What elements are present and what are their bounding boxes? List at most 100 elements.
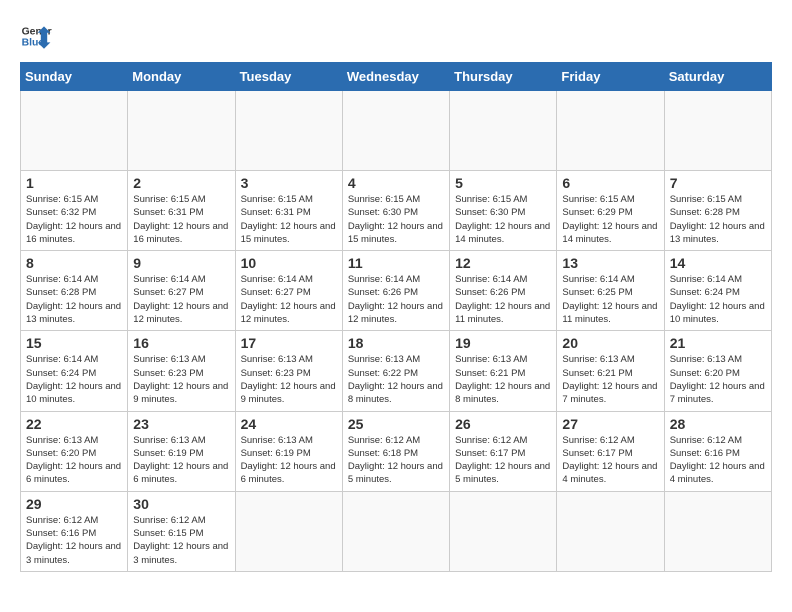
day-info: Sunrise: 6:13 AMSunset: 6:23 PMDaylight:…	[241, 353, 337, 406]
calendar-header-cell: Saturday	[664, 63, 771, 91]
day-info: Sunrise: 6:12 AMSunset: 6:16 PMDaylight:…	[670, 434, 766, 487]
calendar-cell: 29Sunrise: 6:12 AMSunset: 6:16 PMDayligh…	[21, 491, 128, 571]
calendar-week-row: 15 Sunrise: 6:14 AMSunset: 6:24 PMDayligh…	[21, 331, 772, 411]
day-number: 14	[670, 255, 766, 271]
calendar-cell: 22 Sunrise: 6:13 AMSunset: 6:20 PMDayligh…	[21, 411, 128, 491]
day-number: 22	[26, 416, 122, 432]
day-number: 11	[348, 255, 444, 271]
day-number: 26	[455, 416, 551, 432]
day-number: 7	[670, 175, 766, 191]
day-number: 5	[455, 175, 551, 191]
calendar-cell	[21, 91, 128, 171]
calendar-header-row: SundayMondayTuesdayWednesdayThursdayFrid…	[21, 63, 772, 91]
day-info: Sunrise: 6:14 AMSunset: 6:24 PMDaylight:…	[26, 353, 122, 406]
day-number: 23	[133, 416, 229, 432]
calendar-cell: 30Sunrise: 6:12 AMSunset: 6:15 PMDayligh…	[128, 491, 235, 571]
calendar-cell: 2 Sunrise: 6:15 AMSunset: 6:31 PMDaylight…	[128, 171, 235, 251]
calendar-cell: 3 Sunrise: 6:15 AMSunset: 6:31 PMDaylight…	[235, 171, 342, 251]
day-number: 21	[670, 335, 766, 351]
day-number: 2	[133, 175, 229, 191]
day-info: Sunrise: 6:13 AMSunset: 6:23 PMDaylight:…	[133, 353, 229, 406]
day-info: Sunrise: 6:15 AMSunset: 6:30 PMDaylight:…	[348, 193, 444, 246]
calendar-cell: 6 Sunrise: 6:15 AMSunset: 6:29 PMDaylight…	[557, 171, 664, 251]
day-number: 24	[241, 416, 337, 432]
day-info: Sunrise: 6:13 AMSunset: 6:22 PMDaylight:…	[348, 353, 444, 406]
day-info: Sunrise: 6:13 AMSunset: 6:19 PMDaylight:…	[133, 434, 229, 487]
day-number: 4	[348, 175, 444, 191]
day-info: Sunrise: 6:14 AMSunset: 6:27 PMDaylight:…	[241, 273, 337, 326]
day-number: 15	[26, 335, 122, 351]
calendar-cell: 1Sunrise: 6:15 AMSunset: 6:32 PMDaylight…	[21, 171, 128, 251]
page-header: General Blue	[20, 20, 772, 52]
day-number: 19	[455, 335, 551, 351]
calendar-header-cell: Tuesday	[235, 63, 342, 91]
day-number: 8	[26, 255, 122, 271]
calendar-week-row: 8Sunrise: 6:14 AMSunset: 6:28 PMDaylight…	[21, 251, 772, 331]
day-number: 17	[241, 335, 337, 351]
day-info: Sunrise: 6:15 AMSunset: 6:30 PMDaylight:…	[455, 193, 551, 246]
logo-icon: General Blue	[20, 20, 52, 52]
calendar-cell: 12Sunrise: 6:14 AMSunset: 6:26 PMDayligh…	[450, 251, 557, 331]
calendar-cell	[342, 91, 449, 171]
calendar-cell	[128, 91, 235, 171]
calendar-header-cell: Friday	[557, 63, 664, 91]
day-info: Sunrise: 6:12 AMSunset: 6:17 PMDaylight:…	[455, 434, 551, 487]
day-info: Sunrise: 6:13 AMSunset: 6:20 PMDaylight:…	[670, 353, 766, 406]
day-info: Sunrise: 6:15 AMSunset: 6:31 PMDaylight:…	[241, 193, 337, 246]
calendar-cell: 24 Sunrise: 6:13 AMSunset: 6:19 PMDayligh…	[235, 411, 342, 491]
day-info: Sunrise: 6:15 AMSunset: 6:29 PMDaylight:…	[562, 193, 658, 246]
calendar-cell: 18 Sunrise: 6:13 AMSunset: 6:22 PMDayligh…	[342, 331, 449, 411]
day-number: 13	[562, 255, 658, 271]
day-number: 25	[348, 416, 444, 432]
calendar-cell: 17 Sunrise: 6:13 AMSunset: 6:23 PMDayligh…	[235, 331, 342, 411]
calendar-cell: 25 Sunrise: 6:12 AMSunset: 6:18 PMDayligh…	[342, 411, 449, 491]
day-info: Sunrise: 6:13 AMSunset: 6:21 PMDaylight:…	[562, 353, 658, 406]
calendar-cell	[450, 491, 557, 571]
day-number: 16	[133, 335, 229, 351]
calendar-cell	[664, 91, 771, 171]
calendar-week-row	[21, 91, 772, 171]
calendar-cell: 21 Sunrise: 6:13 AMSunset: 6:20 PMDayligh…	[664, 331, 771, 411]
calendar-cell: 13 Sunrise: 6:14 AMSunset: 6:25 PMDayligh…	[557, 251, 664, 331]
calendar-week-row: 22 Sunrise: 6:13 AMSunset: 6:20 PMDayligh…	[21, 411, 772, 491]
day-number: 28	[670, 416, 766, 432]
day-info: Sunrise: 6:12 AMSunset: 6:16 PMDaylight:…	[26, 514, 122, 567]
day-number: 6	[562, 175, 658, 191]
day-info: Sunrise: 6:14 AMSunset: 6:25 PMDaylight:…	[562, 273, 658, 326]
calendar-cell: 14Sunrise: 6:14 AMSunset: 6:24 PMDayligh…	[664, 251, 771, 331]
day-info: Sunrise: 6:12 AMSunset: 6:15 PMDaylight:…	[133, 514, 229, 567]
calendar-cell: 28 Sunrise: 6:12 AMSunset: 6:16 PMDayligh…	[664, 411, 771, 491]
calendar-cell: 20 Sunrise: 6:13 AMSunset: 6:21 PMDayligh…	[557, 331, 664, 411]
logo: General Blue	[20, 20, 52, 52]
day-number: 3	[241, 175, 337, 191]
day-number: 10	[241, 255, 337, 271]
calendar-header-cell: Thursday	[450, 63, 557, 91]
day-info: Sunrise: 6:15 AMSunset: 6:31 PMDaylight:…	[133, 193, 229, 246]
calendar-cell: 5 Sunrise: 6:15 AMSunset: 6:30 PMDaylight…	[450, 171, 557, 251]
calendar-week-row: 29Sunrise: 6:12 AMSunset: 6:16 PMDayligh…	[21, 491, 772, 571]
calendar-cell	[235, 91, 342, 171]
calendar-week-row: 1Sunrise: 6:15 AMSunset: 6:32 PMDaylight…	[21, 171, 772, 251]
calendar-cell: 16 Sunrise: 6:13 AMSunset: 6:23 PMDayligh…	[128, 331, 235, 411]
calendar-header-cell: Sunday	[21, 63, 128, 91]
calendar-cell: 23 Sunrise: 6:13 AMSunset: 6:19 PMDayligh…	[128, 411, 235, 491]
calendar-cell	[557, 491, 664, 571]
calendar-header-cell: Wednesday	[342, 63, 449, 91]
calendar-cell: 9Sunrise: 6:14 AMSunset: 6:27 PMDaylight…	[128, 251, 235, 331]
day-number: 27	[562, 416, 658, 432]
calendar-header-cell: Monday	[128, 63, 235, 91]
day-info: Sunrise: 6:14 AMSunset: 6:27 PMDaylight:…	[133, 273, 229, 326]
day-info: Sunrise: 6:15 AMSunset: 6:28 PMDaylight:…	[670, 193, 766, 246]
calendar-cell	[342, 491, 449, 571]
day-info: Sunrise: 6:13 AMSunset: 6:20 PMDaylight:…	[26, 434, 122, 487]
day-info: Sunrise: 6:12 AMSunset: 6:18 PMDaylight:…	[348, 434, 444, 487]
calendar-cell	[235, 491, 342, 571]
day-info: Sunrise: 6:13 AMSunset: 6:19 PMDaylight:…	[241, 434, 337, 487]
day-info: Sunrise: 6:14 AMSunset: 6:26 PMDaylight:…	[455, 273, 551, 326]
calendar-cell: 8Sunrise: 6:14 AMSunset: 6:28 PMDaylight…	[21, 251, 128, 331]
calendar-cell: 7 Sunrise: 6:15 AMSunset: 6:28 PMDaylight…	[664, 171, 771, 251]
day-number: 20	[562, 335, 658, 351]
calendar-cell	[664, 491, 771, 571]
day-number: 18	[348, 335, 444, 351]
day-info: Sunrise: 6:12 AMSunset: 6:17 PMDaylight:…	[562, 434, 658, 487]
